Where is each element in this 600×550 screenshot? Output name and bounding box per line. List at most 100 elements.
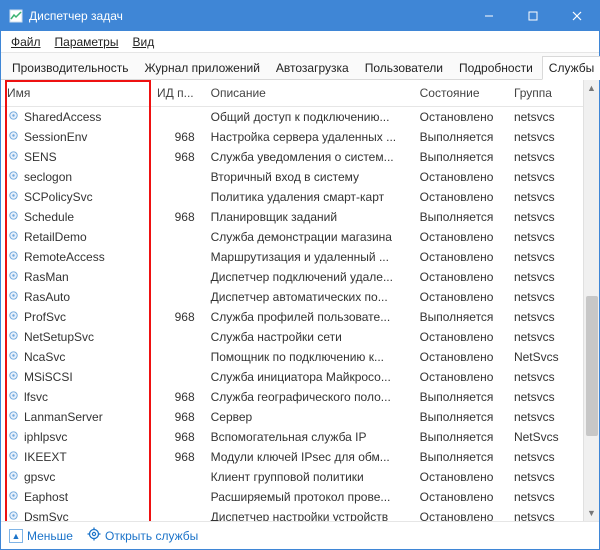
service-name: iphlpsvc [24, 430, 67, 444]
service-group: netsvcs [508, 247, 583, 267]
column-header-state[interactable]: Состояние [414, 80, 508, 107]
service-icon [7, 209, 20, 225]
menu-view[interactable]: Вид [130, 33, 156, 51]
scroll-down-arrow[interactable]: ▼ [584, 505, 600, 521]
service-pid [151, 247, 205, 267]
service-group: netsvcs [508, 507, 583, 521]
service-state: Выполняется [414, 447, 508, 467]
service-desc: Общий доступ к подключению... [205, 107, 414, 128]
open-services-link[interactable]: Открыть службы [87, 527, 198, 544]
service-state: Остановлено [414, 247, 508, 267]
service-name: MSiSCSI [24, 370, 73, 384]
service-row[interactable]: NetSetupSvcСлужба настройки сетиОстановл… [1, 327, 583, 347]
column-header-pid[interactable]: ИД п... [151, 80, 205, 107]
service-pid: 968 [151, 427, 205, 447]
service-state: Остановлено [414, 507, 508, 521]
service-group: NetSvcs [508, 427, 583, 447]
service-row[interactable]: iphlpsvc968Вспомогательная служба IPВыпо… [1, 427, 583, 447]
service-group: netsvcs [508, 307, 583, 327]
service-pid: 968 [151, 147, 205, 167]
task-manager-window: Диспетчер задач Файл Параметры Вид Произ… [0, 0, 600, 550]
service-icon [7, 329, 20, 345]
service-state: Остановлено [414, 267, 508, 287]
tabbar: ПроизводительностьЖурнал приложенийАвтоз… [1, 53, 599, 80]
service-name: ProfSvc [24, 310, 66, 324]
service-name: NcaSvc [24, 350, 65, 364]
service-pid [151, 327, 205, 347]
service-row[interactable]: RasManДиспетчер подключений удале...Оста… [1, 267, 583, 287]
service-row[interactable]: seclogonВторичный вход в системуОстановл… [1, 167, 583, 187]
service-pid [151, 187, 205, 207]
tab-4[interactable]: Подробности [452, 56, 540, 79]
service-row[interactable]: RasAutoДиспетчер автоматических по...Ост… [1, 287, 583, 307]
service-row[interactable]: DsmSvc Диспетчер настройки устройствОстан… [1, 507, 583, 521]
service-name: Schedule [24, 210, 74, 224]
tab-3[interactable]: Пользователи [358, 56, 450, 79]
service-name: Eaphost [24, 490, 68, 504]
service-row[interactable]: LanmanServer968СерверВыполняетсяnetsvcs [1, 407, 583, 427]
service-state: Остановлено [414, 487, 508, 507]
service-desc: Диспетчер настройки устройств [205, 507, 414, 521]
service-name: DsmSvc [24, 510, 69, 521]
service-state: Остановлено [414, 327, 508, 347]
vertical-scrollbar[interactable]: ▲ ▼ [583, 80, 599, 521]
service-group: netsvcs [508, 187, 583, 207]
service-name: RasAuto [24, 290, 70, 304]
titlebar[interactable]: Диспетчер задач [1, 1, 599, 31]
service-row[interactable]: Schedule968Планировщик заданийВыполняетс… [1, 207, 583, 227]
maximize-button[interactable] [511, 1, 555, 31]
service-icon [7, 129, 20, 145]
service-row[interactable]: RemoteAccessМаршрутизация и удаленный ..… [1, 247, 583, 267]
service-state: Остановлено [414, 467, 508, 487]
fewer-details-link[interactable]: ▲ Меньше [9, 529, 73, 543]
tab-0[interactable]: Производительность [5, 56, 135, 79]
close-button[interactable] [555, 1, 599, 31]
service-group: netsvcs [508, 487, 583, 507]
service-desc: Служба инициатора Майкросо... [205, 367, 414, 387]
service-name: lfsvc [24, 390, 48, 404]
service-name: RetailDemo [24, 230, 87, 244]
tab-1[interactable]: Журнал приложений [137, 56, 266, 79]
service-icon [7, 509, 20, 521]
service-pid [151, 507, 205, 521]
service-row[interactable]: NcaSvcПомощник по подключению к...Остано… [1, 347, 583, 367]
service-desc: Помощник по подключению к... [205, 347, 414, 367]
tab-5[interactable]: Службы [542, 56, 600, 80]
service-state: Выполняется [414, 307, 508, 327]
service-group: netsvcs [508, 127, 583, 147]
service-state: Остановлено [414, 227, 508, 247]
column-header-desc[interactable]: Описание [205, 80, 414, 107]
service-row[interactable]: IKEEXT968Модули ключей IPsec для обм...В… [1, 447, 583, 467]
tab-2[interactable]: Автозагрузка [269, 56, 356, 79]
service-row[interactable]: RetailDemo Служба демонстрации магазинаОс… [1, 227, 583, 247]
scroll-up-arrow[interactable]: ▲ [584, 80, 600, 96]
service-state: Выполняется [414, 127, 508, 147]
service-row[interactable]: ProfSvc968Служба профилей пользовате...В… [1, 307, 583, 327]
service-row[interactable]: SENS968Служба уведомления о систем...Вып… [1, 147, 583, 167]
footer: ▲ Меньше Открыть службы [1, 521, 599, 549]
service-icon [7, 189, 20, 205]
service-row[interactable]: SCPolicySvcПолитика удаления смарт-картО… [1, 187, 583, 207]
service-name: gpsvc [24, 470, 55, 484]
scroll-thumb[interactable] [586, 296, 598, 436]
column-header-name[interactable]: Имя [1, 80, 151, 107]
service-desc: Служба демонстрации магазина [205, 227, 414, 247]
column-header-group[interactable]: Группа [508, 80, 583, 107]
service-row[interactable]: lfsvc968Служба географического поло...Вы… [1, 387, 583, 407]
service-name: seclogon [24, 170, 72, 184]
service-desc: Настройка сервера удаленных ... [205, 127, 414, 147]
menu-options[interactable]: Параметры [53, 33, 121, 51]
service-desc: Расширяемый протокол прове... [205, 487, 414, 507]
service-desc: Служба настройки сети [205, 327, 414, 347]
service-icon [7, 249, 20, 265]
service-pid [151, 287, 205, 307]
service-name: RemoteAccess [24, 250, 105, 264]
service-row[interactable]: MSiSCSIСлужба инициатора Майкросо...Оста… [1, 367, 583, 387]
menu-file[interactable]: Файл [9, 33, 43, 51]
minimize-button[interactable] [467, 1, 511, 31]
service-row[interactable]: Eaphost Расширяемый протокол прове...Оста… [1, 487, 583, 507]
service-row[interactable]: SessionEnv968Настройка сервера удаленных… [1, 127, 583, 147]
service-row[interactable]: gpsvcКлиент групповой политикиОстановлен… [1, 467, 583, 487]
service-row[interactable]: SharedAccessОбщий доступ к подключению..… [1, 107, 583, 128]
scroll-track[interactable] [584, 96, 600, 505]
